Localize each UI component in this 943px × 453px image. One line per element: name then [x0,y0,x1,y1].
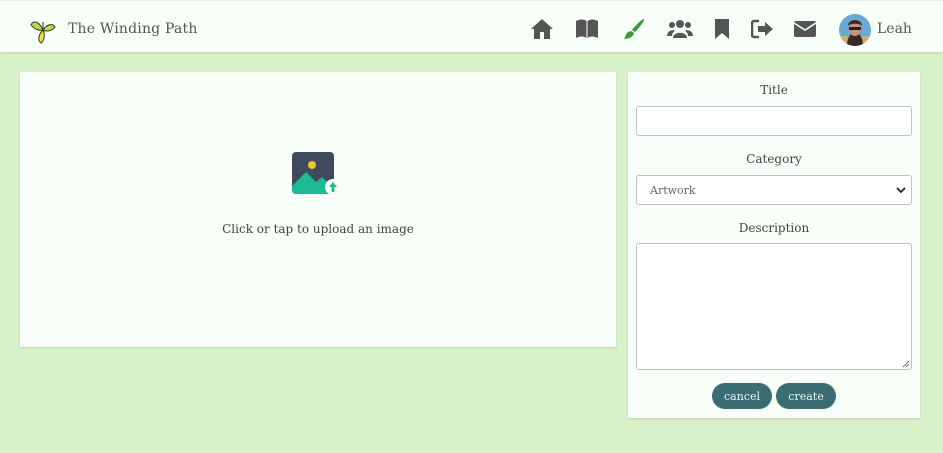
resize-grip-icon[interactable] [902,360,910,368]
upload-prompt: Click or tap to upload an image [222,222,414,236]
brush-icon[interactable] [622,18,646,40]
home-icon[interactable] [530,18,554,40]
create-button[interactable]: create [776,383,836,409]
cancel-button[interactable]: cancel [712,383,772,409]
image-upload-area[interactable]: Click or tap to upload an image [20,72,616,347]
title-label: Title [760,83,788,97]
category-select[interactable]: Artwork [636,175,912,205]
chevron-down-icon [896,187,906,194]
envelope-icon[interactable] [793,18,817,40]
post-form: Title Category Artwork Description cance… [628,72,920,418]
bookmark-icon[interactable] [710,18,734,40]
category-label: Category [746,152,802,166]
users-icon[interactable] [667,18,693,40]
book-icon[interactable] [575,18,599,40]
leaf-logo-icon [30,21,56,44]
description-label: Description [738,221,810,235]
sign-out-icon[interactable] [751,18,775,40]
user-avatar[interactable] [839,14,871,46]
brand-logo[interactable] [30,16,56,44]
title-input[interactable] [636,106,912,136]
category-selected-value: Artwork [650,183,696,197]
description-textarea[interactable] [636,243,912,370]
image-upload-icon [292,152,340,195]
top-navbar: The Winding Path Leah [0,0,943,52]
username-label[interactable]: Leah [877,21,912,37]
app-name[interactable]: The Winding Path [68,21,198,37]
